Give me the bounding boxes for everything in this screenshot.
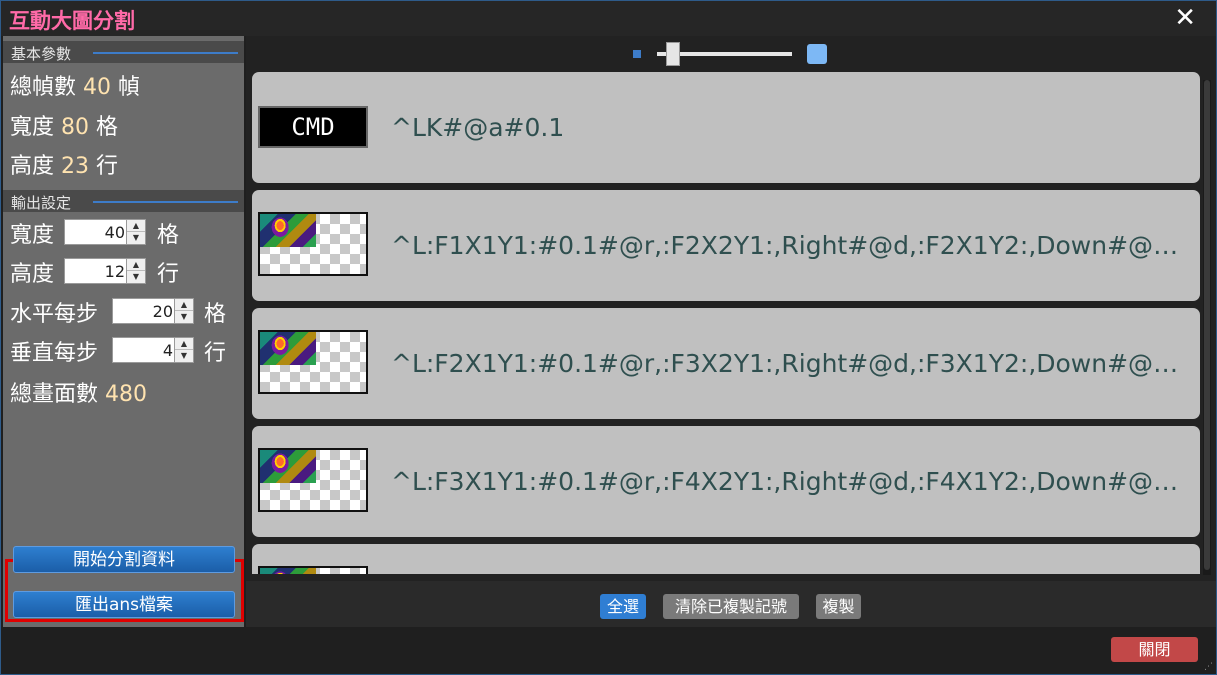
output-height-unit: 行 [157,262,180,287]
list-item[interactable] [252,544,1200,574]
output-width-row: 寬度 ▲ ▼ 格 [10,217,240,248]
list-item-text: ^L:F2X1Y1:#0.1#@r,:F3X2Y1:,Right#@d,:F3X… [391,349,1191,378]
output-width-stepper[interactable]: ▲ ▼ [64,219,146,245]
frame-image [260,214,316,247]
window-title: 互動大圖分割 [9,9,135,33]
stepper-buttons: ▲ ▼ [126,259,145,283]
stepper-down-icon[interactable]: ▼ [127,271,145,283]
stepper-down-icon[interactable]: ▼ [175,350,193,362]
section-basic-title: 基本參數 [11,45,72,63]
close-icon[interactable]: ✕ [1174,3,1196,33]
list-item-text: ^LK#@a#0.1 [391,113,565,142]
stepper-down-icon[interactable]: ▼ [127,232,145,244]
frame-thumbnail [258,566,368,574]
scrollbar-thumb[interactable] [1204,80,1210,570]
list-item-text: ^L:F1X1Y1:#0.1#@r,:F2X2Y1:,Right#@d,:F2X… [391,231,1191,260]
export-ans-button[interactable]: 匯出ans檔案 [13,591,235,618]
source-height-unit: 行 [96,154,119,179]
v-step-row: 垂直每步 ▲ ▼ 行 [10,335,240,366]
start-split-button[interactable]: 開始分割資料 [13,546,235,573]
source-width-label: 寬度 [10,115,55,140]
section-divider [93,201,238,203]
list-item[interactable]: ^L:F3X1Y1:#0.1#@r,:F4X2Y1:,Right#@d,:F4X… [252,426,1200,537]
copy-button[interactable]: 複製 [816,594,861,619]
cmd-thumbnail: CMD [258,106,368,148]
list-action-bar: 全選 清除已複製記號 複製 [246,581,1216,627]
dialog-window: 互動大圖分割 ✕ 基本參數 總幀數 40 幀 寬度 80 格 高度 23 行 輸… [0,0,1217,675]
zoom-handle[interactable] [666,42,680,66]
preview-panel: CMD ^LK#@a#0.1 ^L:F1X1Y1:#0.1#@r,:F2X2Y1… [246,36,1216,627]
total-screens-stat: 總畫面數 480 [10,376,147,408]
output-width-input[interactable] [65,220,127,244]
list-item[interactable]: ^L:F1X1Y1:#0.1#@r,:F2X2Y1:,Right#@d,:F2X… [252,190,1200,301]
list-item[interactable]: ^L:F2X1Y1:#0.1#@r,:F3X2Y1:,Right#@d,:F3X… [252,308,1200,419]
list-item-text [391,544,1191,574]
section-output-settings: 輸出設定 [3,190,244,212]
v-step-label: 垂直每步 [10,341,99,366]
h-step-input[interactable] [113,299,175,323]
zoom-slider[interactable] [633,40,833,66]
h-step-row: 水平每步 ▲ ▼ 格 [10,296,240,327]
clear-copied-button[interactable]: 清除已複製記號 [663,594,799,619]
source-width-unit: 格 [96,115,119,140]
title-bar: 互動大圖分割 ✕ [1,1,1216,36]
settings-panel: 基本參數 總幀數 40 幀 寬度 80 格 高度 23 行 輸出設定 寬度 40… [3,36,244,627]
zoom-in-icon[interactable] [807,44,827,64]
v-step-stepper[interactable]: ▲ ▼ [112,337,194,363]
total-frames-stat: 總幀數 40 幀 [10,69,140,101]
h-step-label: 水平每步 [10,302,99,327]
stepper-down-icon[interactable]: ▼ [175,311,193,323]
stepper-buttons: ▲ ▼ [126,220,145,244]
section-divider [93,52,238,54]
frame-thumbnail [258,330,368,394]
stepper-up-icon[interactable]: ▲ [175,338,193,350]
h-step-unit: 格 [204,302,227,327]
list-item-text: ^L:F3X1Y1:#0.1#@r,:F4X2Y1:,Right#@d,:F4X… [391,467,1191,496]
total-frames-unit: 幀 [118,75,141,100]
source-height-label: 高度 [10,154,55,179]
stepper-buttons: ▲ ▼ [174,338,193,362]
list-item[interactable]: CMD ^LK#@a#0.1 [252,72,1200,183]
output-width-label: 寬度 [10,223,55,248]
select-all-button[interactable]: 全選 [600,594,646,619]
zoom-out-icon[interactable] [633,50,641,58]
stepper-up-icon[interactable]: ▲ [127,220,145,232]
frame-thumbnail [258,212,368,276]
stepper-buttons: ▲ ▼ [174,299,193,323]
v-step-unit: 行 [204,341,227,366]
source-height-value: 23 [61,154,90,179]
output-width-unit: 格 [157,223,180,248]
source-height-stat: 高度 23 行 [10,148,118,180]
stepper-up-icon[interactable]: ▲ [175,299,193,311]
h-step-stepper[interactable]: ▲ ▼ [112,298,194,324]
output-height-label: 高度 [10,262,55,287]
source-width-value: 80 [61,115,90,140]
total-screens-label: 總畫面數 [10,382,99,407]
stepper-up-icon[interactable]: ▲ [127,259,145,271]
resize-grip-icon[interactable]: ⋰ [1204,662,1214,672]
total-screens-value: 480 [105,382,148,407]
close-button[interactable]: 關閉 [1111,637,1198,662]
section-output-title: 輸出設定 [11,194,72,212]
output-height-stepper[interactable]: ▲ ▼ [64,258,146,284]
frame-image [260,568,316,574]
source-width-stat: 寬度 80 格 [10,109,118,141]
list-scrollbar[interactable] [1203,80,1211,575]
section-basic-params: 基本參數 [3,41,244,63]
frame-thumbnail [258,448,368,512]
dialog-footer: 關閉 ⋰ [1,627,1216,674]
output-height-row: 高度 ▲ ▼ 行 [10,256,240,287]
frame-image [260,450,316,483]
total-frames-value: 40 [83,75,112,100]
output-height-input[interactable] [65,259,127,283]
total-frames-label: 總幀數 [10,75,77,100]
v-step-input[interactable] [113,338,175,362]
command-list: CMD ^LK#@a#0.1 ^L:F1X1Y1:#0.1#@r,:F2X2Y1… [252,72,1200,574]
frame-image [260,332,316,365]
